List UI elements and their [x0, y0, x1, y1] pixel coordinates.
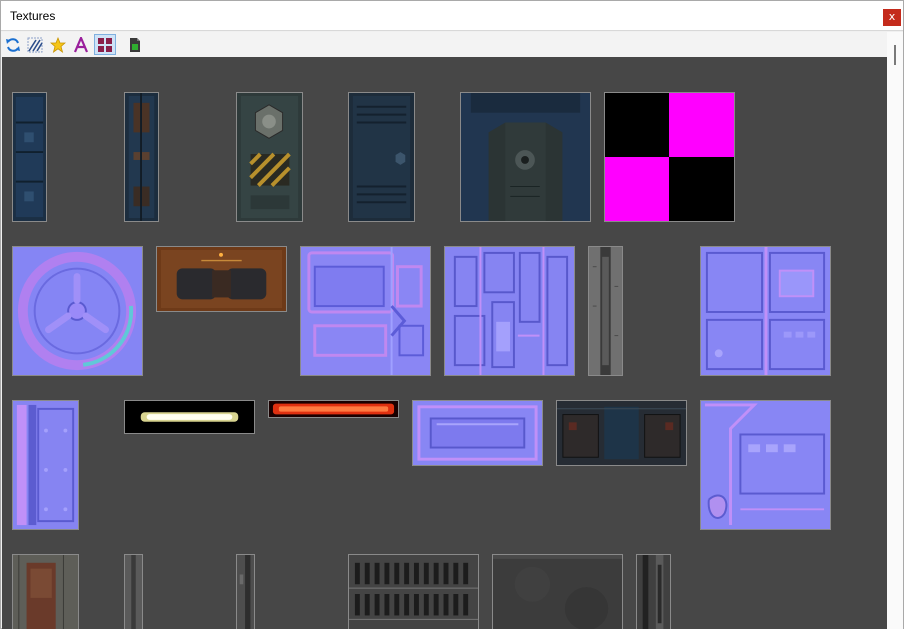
texture-thumbnail[interactable] — [156, 246, 287, 312]
textures-window: Textures x — [0, 0, 904, 629]
grid-view-button[interactable] — [94, 34, 116, 55]
texture-thumbnail[interactable] — [460, 92, 591, 222]
text-filter-button[interactable] — [71, 35, 91, 55]
texture-thumbnail[interactable] — [12, 246, 143, 376]
texture-thumbnail[interactable] — [124, 400, 255, 434]
texture-thumbnail[interactable] — [268, 400, 399, 418]
texture-thumbnail[interactable] — [348, 554, 479, 629]
document-icon — [130, 38, 140, 52]
refresh-icon — [6, 38, 20, 52]
close-button[interactable]: x — [883, 9, 901, 26]
refresh-button[interactable] — [3, 35, 23, 55]
texture-thumbnail[interactable] — [700, 400, 831, 530]
texture-thumbnail[interactable] — [492, 554, 623, 629]
texture-thumbnail[interactable] — [124, 554, 143, 629]
texture-thumbnail[interactable] — [556, 400, 687, 466]
texture-thumbnail[interactable] — [12, 554, 79, 629]
texture-thumbnail[interactable] — [412, 400, 543, 466]
texture-thumbnail[interactable] — [604, 92, 735, 222]
texture-thumbnail[interactable] — [300, 246, 431, 376]
texture-thumbnail[interactable] — [588, 246, 623, 376]
texture-thumbnail[interactable] — [444, 246, 575, 376]
texture-thumbnail[interactable] — [636, 554, 671, 629]
favorites-button[interactable] — [48, 35, 68, 55]
texture-thumbnail[interactable] — [236, 92, 303, 222]
star-icon — [50, 37, 66, 53]
texture-thumbnail[interactable] — [348, 92, 415, 222]
export-button[interactable] — [125, 35, 145, 55]
vertical-scrollbar[interactable] — [887, 32, 903, 629]
window-title: Textures — [10, 9, 56, 23]
hatch-icon — [27, 37, 43, 53]
texture-thumbnail[interactable] — [236, 554, 255, 629]
scrollbar-thumb[interactable] — [894, 45, 896, 65]
text-a-icon — [73, 37, 89, 53]
texture-thumbnail[interactable] — [12, 92, 47, 222]
texture-grid — [2, 57, 887, 629]
texture-thumbnail[interactable] — [12, 400, 79, 530]
texture-thumbnail[interactable] — [700, 246, 831, 376]
title-bar: Textures x — [1, 1, 903, 31]
texture-thumbnail[interactable] — [124, 92, 159, 222]
wireframe-button[interactable] — [25, 35, 45, 55]
toolbar — [1, 32, 887, 57]
grid-icon — [98, 37, 112, 52]
